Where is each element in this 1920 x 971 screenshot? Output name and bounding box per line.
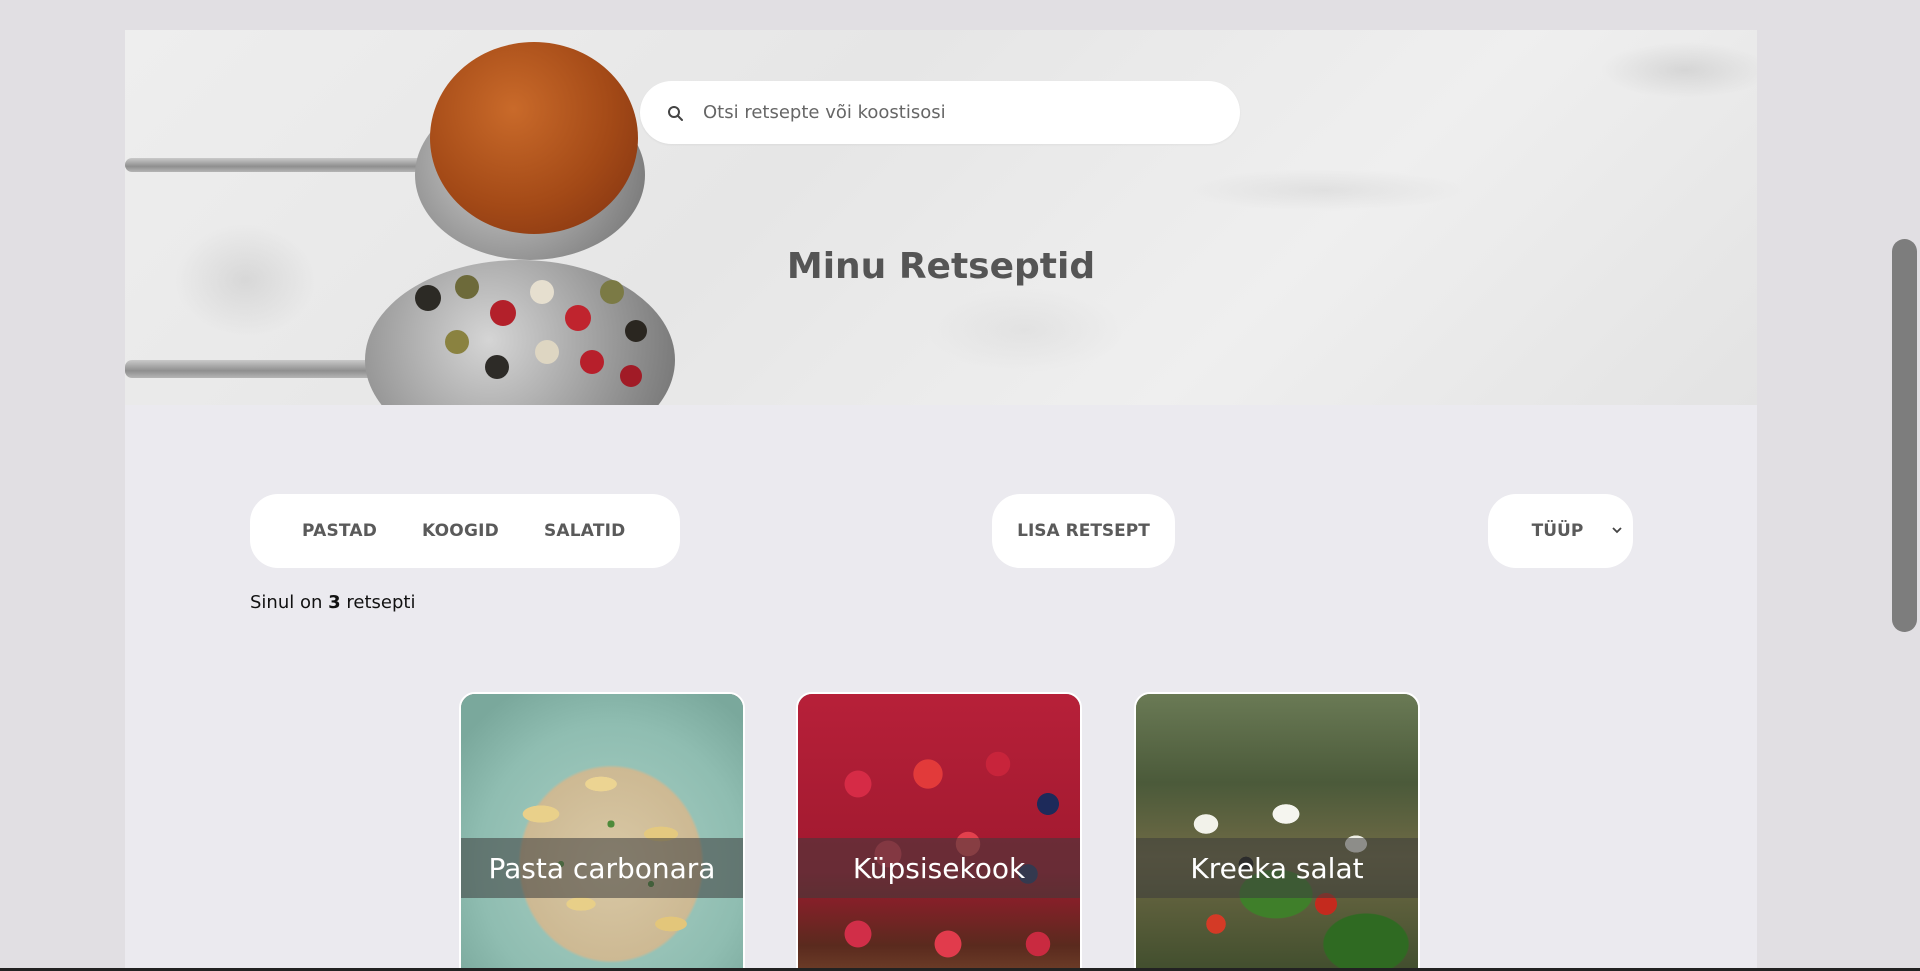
recipe-card[interactable]: Pasta carbonara bbox=[459, 692, 745, 971]
peppercorn bbox=[580, 350, 604, 374]
scrollbar-thumb[interactable] bbox=[1892, 239, 1917, 632]
add-recipe-button[interactable]: LISA RETSEPT bbox=[992, 494, 1175, 568]
category-koogid[interactable]: KOOGID bbox=[422, 521, 499, 541]
peppercorn bbox=[445, 330, 469, 354]
category-filter-bar: PASTAD KOOGID SALATID bbox=[250, 494, 680, 568]
recipe-count-value: 3 bbox=[328, 592, 341, 613]
page-title: Minu Retseptid bbox=[786, 246, 1096, 287]
recipe-count-prefix: Sinul on bbox=[250, 592, 323, 613]
type-select-label: TÜÜP bbox=[1531, 521, 1584, 541]
type-select[interactable]: TÜÜP bbox=[1488, 494, 1633, 568]
category-pastad[interactable]: PASTAD bbox=[302, 521, 377, 541]
recipe-title: Küpsisekook bbox=[798, 838, 1080, 898]
recipe-photo bbox=[798, 694, 1080, 971]
scrollbar[interactable] bbox=[1882, 0, 1920, 971]
recipe-title: Kreeka salat bbox=[1136, 838, 1418, 898]
category-salatid[interactable]: SALATID bbox=[544, 521, 626, 541]
spoon-handle-top bbox=[125, 158, 425, 172]
peppercorn bbox=[485, 355, 509, 379]
recipe-photo bbox=[1136, 694, 1418, 971]
peppercorn bbox=[535, 340, 559, 364]
peppercorn bbox=[490, 300, 516, 326]
recipe-count-suffix: retsepti bbox=[346, 592, 416, 613]
add-recipe-label: LISA RETSEPT bbox=[1017, 521, 1150, 541]
peppercorn bbox=[415, 285, 441, 311]
peppercorn bbox=[565, 305, 591, 331]
recipe-count: Sinul on 3 retsepti bbox=[250, 592, 415, 613]
recipe-card[interactable]: Kreeka salat bbox=[1134, 692, 1420, 971]
page-container: Minu Retseptid PASTAD KOOGID SALATID LIS… bbox=[125, 30, 1757, 971]
recipe-card[interactable]: Küpsisekook bbox=[796, 692, 1082, 971]
search-icon bbox=[668, 105, 683, 121]
peppercorn bbox=[625, 320, 647, 342]
search-bar[interactable] bbox=[640, 81, 1240, 144]
search-input[interactable] bbox=[701, 101, 1205, 124]
recipe-photo bbox=[461, 694, 743, 971]
paprika-spice bbox=[430, 42, 638, 234]
spoon-handle-bottom bbox=[125, 360, 385, 378]
recipe-title: Pasta carbonara bbox=[461, 838, 743, 898]
chevron-down-icon bbox=[1612, 527, 1622, 534]
hero-banner: Minu Retseptid bbox=[125, 30, 1757, 405]
peppercorn bbox=[620, 365, 642, 387]
